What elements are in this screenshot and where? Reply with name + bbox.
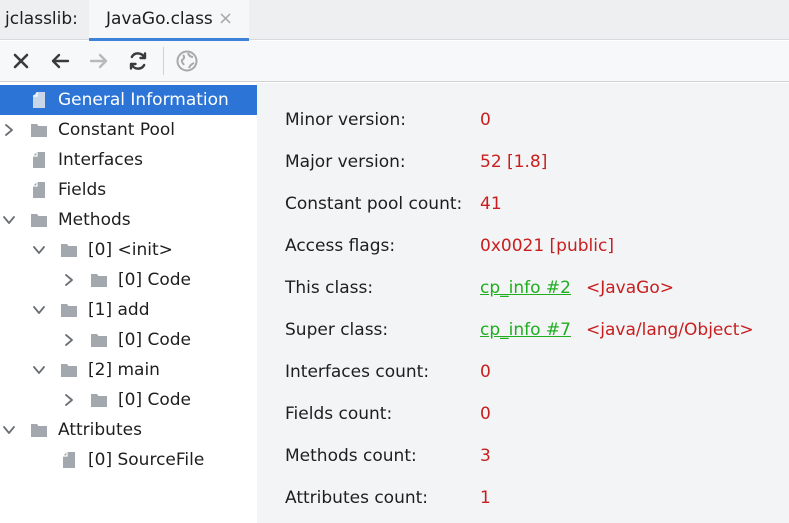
methods-count-row: Methods count: 3: [257, 428, 789, 470]
chevron-down-icon[interactable]: [32, 362, 46, 378]
class-structure-tree: General Information Constant Pool Interfac…: [0, 83, 257, 523]
folder-icon: [30, 121, 48, 139]
tree-item[interactable]: [0] <init>: [0, 235, 257, 265]
chevron-right-icon[interactable]: [62, 272, 76, 288]
tree-item[interactable]: Fields: [0, 175, 257, 205]
interfaces-count-row: Interfaces count: 0: [257, 344, 789, 386]
chevron-right-icon[interactable]: [62, 332, 76, 348]
fields-count-label: Fields count:: [285, 404, 393, 424]
folder-icon: [90, 271, 108, 289]
minor-version-label: Minor version:: [285, 110, 406, 130]
tree-item-label: Interfaces: [58, 150, 143, 170]
tree-item-label: [0] Code: [118, 270, 192, 290]
access-flags-row: Access flags: 0x0021 [public]: [257, 218, 789, 260]
super-class-row: Super class: cp_info #7 <java/lang/Objec…: [257, 302, 789, 344]
fields-count-row: Fields count: 0: [257, 386, 789, 428]
tree-item-label: Constant Pool: [58, 120, 175, 140]
file-icon: [60, 451, 78, 469]
tree-item-label: Fields: [58, 180, 107, 200]
chevron-down-icon[interactable]: [2, 212, 16, 228]
fields-count-value: 0: [480, 404, 491, 424]
tree-item[interactable]: [0] Code: [0, 385, 257, 415]
tree-item-label: Methods: [58, 210, 131, 230]
tree-item-label: [0] Code: [118, 330, 192, 350]
access-flags-value: 0x0021 [public]: [480, 236, 614, 256]
super-class-label: Super class:: [285, 320, 389, 340]
interfaces-count-label: Interfaces count:: [285, 362, 430, 382]
folder-icon: [60, 301, 78, 319]
tool-window-title: jclasslib:: [5, 9, 78, 29]
chevron-down-icon[interactable]: [2, 422, 16, 438]
tab-javago-class[interactable]: JavaGo.class ×: [89, 0, 249, 41]
tree-item[interactable]: Interfaces: [0, 145, 257, 175]
minor-version-row: Minor version: 0: [257, 92, 789, 134]
super-class-name: <java/lang/Object>: [586, 320, 754, 340]
minor-version-value: 0: [480, 110, 491, 130]
chevron-down-icon[interactable]: [32, 302, 46, 318]
this-class-label: This class:: [285, 278, 374, 298]
attributes-count-row: Attributes count: 1: [257, 470, 789, 512]
tree-item[interactable]: [0] Code: [0, 265, 257, 295]
constant-pool-count-row: Constant pool count: 41: [257, 176, 789, 218]
this-class-name: <JavaGo>: [586, 278, 674, 298]
toolbar-separator: [163, 47, 164, 75]
close-tab-icon[interactable]: ×: [218, 8, 233, 29]
close-icon[interactable]: [9, 49, 33, 73]
chevron-right-icon[interactable]: [62, 392, 76, 408]
this-class-row: This class: cp_info #2 <JavaGo>: [257, 260, 789, 302]
tree-item[interactable]: [0] SourceFile: [0, 445, 257, 475]
tree-item[interactable]: Constant Pool: [0, 115, 257, 145]
file-icon: [30, 91, 48, 109]
forward-icon[interactable]: [87, 49, 111, 73]
file-icon: [30, 151, 48, 169]
tree-item[interactable]: Attributes: [0, 415, 257, 445]
folder-icon: [90, 391, 108, 409]
tree-item-label: Attributes: [58, 420, 142, 440]
general-information-panel: Minor version: 0 Major version: 52 [1.8]…: [257, 83, 789, 523]
tree-item-label: General Information: [58, 90, 229, 110]
folder-icon: [90, 331, 108, 349]
interfaces-count-value: 0: [480, 362, 491, 382]
methods-count-label: Methods count:: [285, 446, 417, 466]
tree-item[interactable]: [0] Code: [0, 325, 257, 355]
tree-item[interactable]: [2] main: [0, 355, 257, 385]
methods-count-value: 3: [480, 446, 491, 466]
this-class-cp-link[interactable]: cp_info #2: [480, 278, 571, 298]
refresh-icon[interactable]: [126, 49, 150, 73]
attributes-count-label: Attributes count:: [285, 488, 429, 508]
tree-item[interactable]: General Information: [0, 85, 257, 115]
major-version-value: 52 [1.8]: [480, 152, 548, 172]
constant-pool-count-label: Constant pool count:: [285, 194, 463, 214]
tree-item-label: [0] SourceFile: [88, 450, 205, 470]
tree-item-label: [0] Code: [118, 390, 192, 410]
tree-item-label: [1] add: [88, 300, 150, 320]
access-flags-label: Access flags:: [285, 236, 396, 256]
tree-item-label: [2] main: [88, 360, 160, 380]
constant-pool-count-value: 41: [480, 194, 502, 214]
tree-item-label: [0] <init>: [88, 240, 173, 260]
attributes-count-value: 1: [480, 488, 491, 508]
tree-item[interactable]: [1] add: [0, 295, 257, 325]
tab-bar: jclasslib: JavaGo.class ×: [0, 0, 789, 41]
chevron-down-icon[interactable]: [32, 242, 46, 258]
tab-label: JavaGo.class: [106, 9, 213, 29]
folder-icon: [60, 241, 78, 259]
super-class-cp-link[interactable]: cp_info #7: [480, 320, 571, 340]
major-version-label: Major version:: [285, 152, 406, 172]
chevron-right-icon[interactable]: [2, 122, 16, 138]
folder-icon: [30, 421, 48, 439]
web-icon[interactable]: [175, 49, 199, 73]
folder-icon: [30, 211, 48, 229]
folder-icon: [60, 361, 78, 379]
toolbar: [0, 41, 789, 82]
major-version-row: Major version: 52 [1.8]: [257, 134, 789, 176]
file-icon: [30, 181, 48, 199]
back-icon[interactable]: [48, 49, 72, 73]
tree-item[interactable]: Methods: [0, 205, 257, 235]
